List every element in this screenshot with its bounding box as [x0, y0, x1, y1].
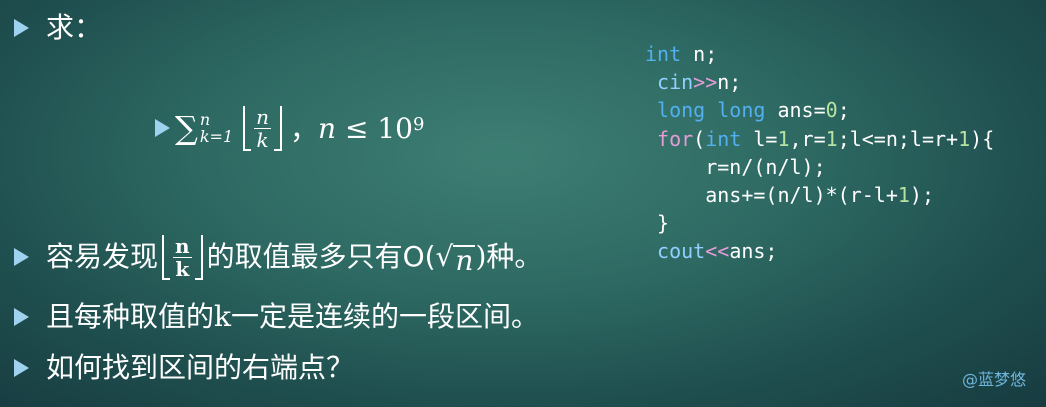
bullet-text-3: 容易发现 n k 的取值最多只有 O( √ n )种。	[46, 232, 542, 282]
condition-exponent: 9	[412, 113, 425, 135]
fraction-denominator: k	[256, 127, 269, 152]
fraction-n-over-k: n k	[251, 106, 274, 151]
code-line-8: cout<<ans;	[657, 239, 778, 264]
sum-limits: n k=1	[200, 111, 233, 145]
code-line-1: int n;	[645, 42, 718, 66]
code-line-7: }	[645, 211, 670, 236]
bullet-marker-formula	[155, 119, 170, 137]
condition-base: 10	[377, 111, 413, 145]
sum-formula: ∑ n k=1 n k ， n ≤ 10 9	[175, 100, 424, 156]
summation: ∑ n k=1	[175, 109, 239, 147]
code-line-6: ans+=(n/l)*(r-l+1);	[645, 183, 935, 208]
code-line-5: r=n/(n/l);	[645, 154, 826, 179]
bullet3-middle: 的取值最多只有	[206, 240, 403, 273]
floor-bracket: n k	[243, 105, 283, 151]
inline-fraction: n k	[170, 235, 195, 280]
code-block: int n; cin>>n; long long ans=0; for(int …	[645, 40, 994, 266]
condition-variable: n	[318, 111, 337, 145]
big-o-close: )种。	[475, 240, 543, 273]
bullet-marker-5	[14, 359, 29, 377]
bullet-marker-3	[14, 248, 29, 266]
code-line-3: long long ans=0;	[657, 98, 850, 123]
sigma-symbol: ∑	[175, 109, 198, 147]
big-o-open: O(	[402, 240, 436, 273]
inline-fraction-denominator: k	[175, 256, 190, 281]
bullet-marker-4	[14, 308, 29, 326]
watermark: @蓝梦悠	[961, 370, 1026, 389]
bullet-marker-1	[14, 19, 29, 37]
inline-floor-bracket: n k	[162, 234, 203, 280]
bullet3-prefix: 容易发现	[46, 240, 159, 273]
condition-operator: ≤	[336, 111, 378, 145]
sqrt-n: √ n	[435, 240, 476, 277]
formula-separator: ，	[290, 113, 319, 146]
code-line-4: for(int l=1,r=1;l<=n;l=r+1){	[657, 126, 995, 151]
sum-upper-limit: n	[199, 110, 211, 129]
bullet-text-4: 且每种取值的k一定是连续的一段区间。	[46, 300, 539, 333]
inline-fraction-numerator: n	[173, 233, 192, 258]
sum-lower-limit: k=1	[199, 127, 234, 146]
fraction-numerator: n	[254, 104, 272, 129]
bullet-text-5: 如何找到区间的右端点？	[46, 351, 355, 384]
bullet-text-1: 求：	[46, 11, 103, 44]
code-line-2: cin>>n;	[657, 70, 742, 95]
sqrt-variable: n	[453, 244, 476, 277]
